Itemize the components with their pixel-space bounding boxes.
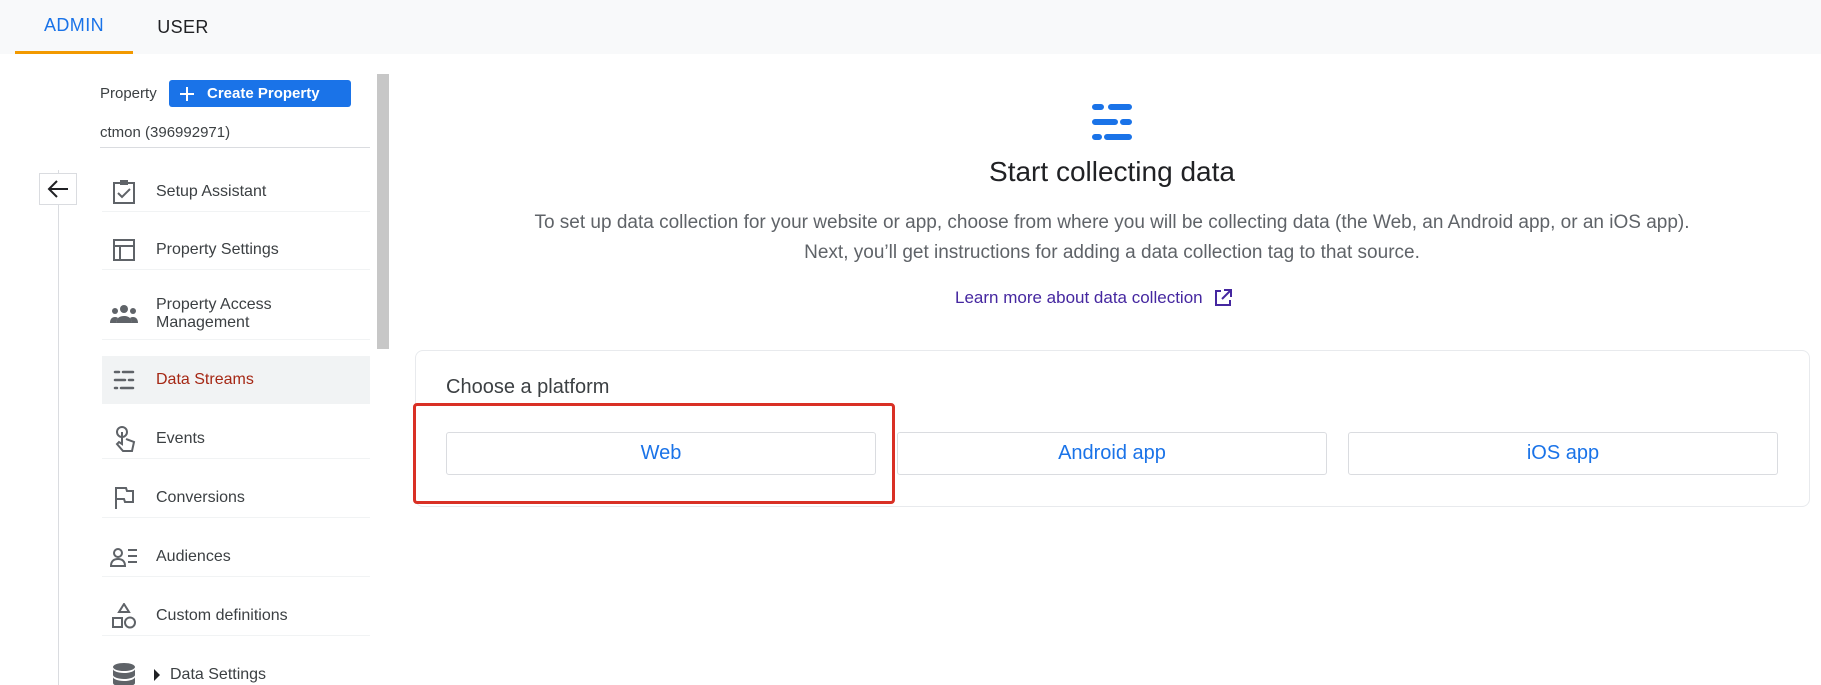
audience-icon — [109, 542, 139, 572]
web-platform-button[interactable]: Web — [446, 432, 876, 475]
page-title: Start collecting data — [989, 156, 1235, 187]
data-streams-icon — [109, 365, 139, 395]
choose-platform-title: Choose a platform — [446, 376, 610, 398]
choose-platform-card — [415, 350, 1810, 507]
sidebar-item-custom-definitions[interactable]: Custom definitions — [102, 596, 370, 636]
people-icon — [109, 299, 139, 329]
tab-user[interactable]: USER — [133, 0, 233, 54]
sidebar-item-label: Property Access Management — [156, 295, 272, 331]
description-line-2: Next, you’ll get instructions for adding… — [804, 242, 1420, 263]
sidebar-item-label: Conversions — [156, 488, 245, 506]
sidebar-item-label: Audiences — [156, 547, 231, 565]
shapes-icon — [109, 601, 139, 631]
ios-platform-button[interactable]: iOS app — [1348, 432, 1778, 475]
database-icon — [109, 660, 139, 685]
sidebar-item-audiences[interactable]: Audiences — [102, 537, 370, 577]
top-tab-bar: ADMIN USER — [0, 0, 1821, 54]
learn-more-label: Learn more about data collection — [955, 288, 1203, 307]
sidebar-item-property-access-management[interactable]: Property Access Management — [102, 288, 370, 340]
caret-right-icon[interactable] — [153, 669, 161, 681]
flag-icon — [109, 483, 139, 513]
left-rail-divider — [58, 170, 59, 685]
property-divider — [100, 147, 370, 148]
sidebar-item-label: Events — [156, 429, 205, 447]
tab-admin[interactable]: ADMIN — [15, 0, 133, 54]
android-platform-button[interactable]: Android app — [897, 432, 1327, 475]
data-streams-hero-icon — [1090, 102, 1134, 142]
sidebar-item-events[interactable]: Events — [102, 419, 370, 459]
sidebar-item-label: Data Streams — [156, 370, 254, 388]
sidebar-item-data-streams[interactable]: Data Streams — [102, 356, 370, 404]
sidebar-item-data-settings[interactable]: Data Settings — [102, 655, 370, 685]
create-property-label: Create Property — [207, 85, 320, 102]
plus-icon — [179, 86, 195, 102]
sidebar-item-label: Data Settings — [170, 666, 267, 683]
sidebar-item-label: Property Settings — [156, 240, 279, 258]
sidebar-item-property-settings[interactable]: Property Settings — [102, 230, 370, 270]
touch-icon — [109, 424, 139, 454]
sidebar-scrollbar[interactable] — [377, 74, 389, 349]
sidebar-item-label: Custom definitions — [156, 606, 288, 624]
property-label: Property — [100, 85, 157, 102]
description-line-1: To set up data collection for your websi… — [534, 212, 1690, 233]
create-property-button[interactable]: Create Property — [169, 80, 351, 107]
sidebar-item-conversions[interactable]: Conversions — [102, 478, 370, 518]
learn-more-link[interactable]: Learn more about data collection — [955, 288, 1233, 308]
external-link-icon — [1213, 288, 1233, 308]
property-name[interactable]: ctmon (396992971) — [100, 124, 230, 141]
layout-icon — [109, 235, 139, 265]
